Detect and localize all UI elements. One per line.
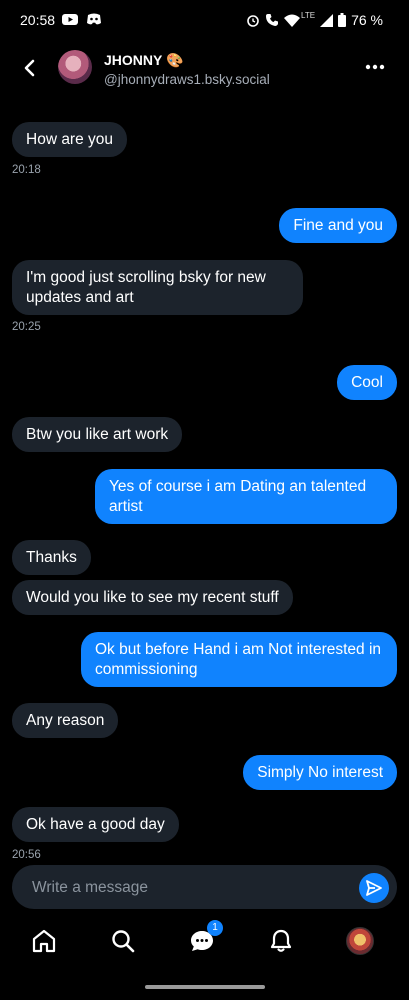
unread-badge: 1 [207, 920, 223, 936]
message-sent[interactable]: Fine and you [279, 208, 397, 243]
send-icon [366, 880, 382, 896]
message-sent[interactable]: Ok but before Hand i am Not interested i… [81, 632, 397, 687]
message-input[interactable] [30, 865, 354, 911]
call-icon [266, 14, 278, 26]
contact-name[interactable]: JHONNY 🎨 [104, 52, 183, 69]
message-received[interactable]: Ok have a good day [12, 807, 179, 842]
alarm-icon [247, 15, 259, 27]
status-bar: 20:58 LTE 76 % [0, 0, 409, 40]
discord-icon [87, 13, 101, 25]
conversation-header: JHONNY 🎨 @jhonnydraws1.bsky.social [0, 40, 409, 100]
message-sent[interactable]: Yes of course i am Dating an talented ar… [95, 469, 397, 524]
contact-avatar[interactable] [58, 50, 92, 84]
message-sent[interactable]: Simply No interest [243, 755, 397, 790]
back-arrow-icon[interactable] [18, 56, 42, 80]
contact-handle[interactable]: @jhonnydraws1.bsky.social [104, 72, 270, 87]
message-sent[interactable]: Cool [337, 365, 397, 400]
youtube-icon [62, 14, 78, 25]
more-options-icon[interactable] [362, 55, 388, 79]
message-received[interactable]: How are you [12, 122, 128, 157]
signal-icon [320, 13, 334, 27]
home-indicator[interactable] [145, 985, 265, 989]
message-timestamp: 20:56 [12, 849, 41, 861]
message-received[interactable]: Btw you like art work [12, 417, 183, 452]
home-icon [32, 929, 56, 953]
message-received[interactable]: I'm good just scrolling bsky for new upd… [12, 260, 303, 315]
bottom-tab-bar: 1 [0, 918, 409, 964]
message-received[interactable]: Thanks [12, 540, 91, 575]
tab-chat[interactable]: 1 [187, 920, 223, 956]
status-time: 20:58 [20, 12, 56, 28]
network-label: LTE [301, 10, 316, 20]
search-icon [112, 930, 135, 953]
tab-notifications[interactable] [266, 926, 296, 956]
wifi-icon [284, 14, 300, 27]
profile-avatar [346, 927, 374, 955]
message-composer [12, 865, 397, 911]
message-timestamp: 20:18 [12, 164, 41, 176]
tab-profile[interactable] [345, 926, 375, 956]
bell-icon [270, 929, 292, 952]
battery-percent: 76 % [351, 12, 383, 28]
battery-icon [338, 13, 347, 27]
message-timestamp: 20:25 [12, 321, 41, 333]
tab-search[interactable] [108, 926, 138, 956]
message-received[interactable]: Any reason [12, 703, 119, 738]
tab-home[interactable] [29, 926, 59, 956]
send-button[interactable] [359, 873, 389, 903]
message-received[interactable]: Would you like to see my recent stuff [12, 580, 293, 615]
